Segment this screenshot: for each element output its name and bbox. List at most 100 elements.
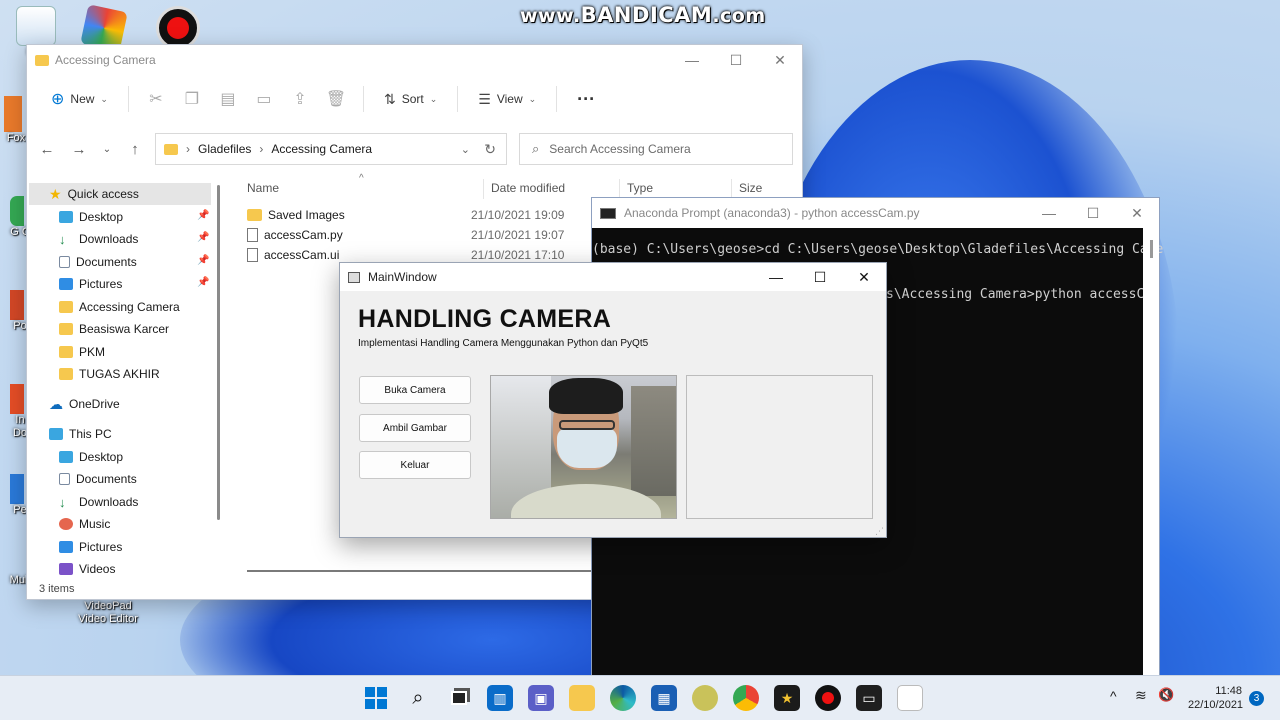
- open-camera-button[interactable]: Buka Camera: [359, 376, 471, 404]
- chevron-down-icon[interactable]: ⌄: [461, 143, 470, 156]
- chevron-up-icon[interactable]: ^: [1110, 688, 1117, 704]
- back-arrow-icon[interactable]: ←: [35, 137, 59, 161]
- file-explorer-icon[interactable]: [569, 685, 595, 711]
- paste-icon[interactable]: ▤: [213, 84, 243, 114]
- share-icon[interactable]: ⇪: [285, 84, 315, 114]
- delete-icon[interactable]: 🗑: [321, 84, 351, 114]
- new-button[interactable]: ⊕ New ⌄: [43, 84, 116, 114]
- capture-image-button[interactable]: Ambil Gambar: [359, 414, 471, 442]
- pin-icon: 📌: [197, 277, 210, 288]
- app-icon: [10, 196, 24, 226]
- bandicam-icon[interactable]: [815, 685, 841, 711]
- file-row[interactable]: Saved Images 21/10/2021 19:09: [247, 205, 564, 225]
- wifi-icon[interactable]: ≋: [1135, 687, 1147, 704]
- file-icon: [247, 228, 258, 242]
- recent-chevron-icon[interactable]: ⌄: [95, 137, 119, 161]
- cut-icon[interactable]: ✂: [141, 84, 171, 114]
- nav-item-pc-desktop[interactable]: Desktop: [59, 446, 123, 468]
- maximize-button[interactable]: ☐: [1071, 198, 1115, 228]
- nav-item-beasiswa-karcer[interactable]: Beasiswa Karcer: [59, 318, 169, 340]
- up-arrow-icon[interactable]: ↑: [123, 137, 147, 161]
- movie-app-icon[interactable]: ★: [774, 685, 800, 711]
- maximize-button[interactable]: ☐: [714, 45, 758, 75]
- task-view-icon[interactable]: [446, 685, 472, 711]
- navigation-pane: ★ Quick access Desktop 📌 ↓ Downloads 📌 D…: [27, 181, 223, 581]
- view-icon: ☰: [478, 90, 491, 107]
- refresh-icon[interactable]: ↻: [484, 141, 496, 158]
- nav-scrollbar[interactable]: [217, 185, 220, 520]
- view-button[interactable]: ☰ View ⌄: [470, 84, 544, 114]
- nav-item-pictures[interactable]: Pictures: [59, 273, 122, 295]
- forward-arrow-icon[interactable]: →: [67, 137, 91, 161]
- clock[interactable]: 11:48 22/10/2021: [1188, 684, 1243, 712]
- file-row[interactable]: accessCam.py 21/10/2021 19:07: [247, 225, 564, 245]
- more-options-button[interactable]: ···: [569, 84, 603, 114]
- copy-icon[interactable]: ❐: [177, 84, 207, 114]
- search-placeholder: Search Accessing Camera: [549, 142, 691, 156]
- breadcrumb-current[interactable]: Accessing Camera: [271, 142, 372, 156]
- nav-item-downloads[interactable]: ↓ Downloads: [59, 228, 138, 250]
- anaconda-icon[interactable]: [692, 685, 718, 711]
- nav-item-pc-pictures[interactable]: Pictures: [59, 536, 122, 558]
- app-icon: [4, 96, 22, 132]
- nav-item-pc-videos[interactable]: Videos: [59, 558, 115, 580]
- nav-item-pc-documents[interactable]: Documents: [59, 468, 137, 490]
- search-input[interactable]: ⌕ Search Accessing Camera: [519, 133, 793, 165]
- bandicam-watermark: www.BANDICAM.com: [520, 3, 766, 27]
- close-button[interactable]: ✕: [758, 45, 802, 75]
- nav-this-pc[interactable]: This PC: [49, 423, 112, 445]
- nav-item-pc-downloads[interactable]: ↓ Downloads: [59, 491, 138, 513]
- resize-grip-icon[interactable]: ⋰: [875, 526, 884, 537]
- edge-icon[interactable]: [610, 685, 636, 711]
- volume-muted-icon[interactable]: 🔇: [1158, 687, 1174, 703]
- chrome-icon[interactable]: [733, 685, 759, 711]
- music-icon: [59, 518, 73, 530]
- column-size[interactable]: Size: [739, 181, 762, 195]
- nav-item-accessing-camera[interactable]: Accessing Camera: [59, 296, 180, 318]
- breadcrumb-parent[interactable]: Gladefiles: [198, 142, 251, 156]
- close-button[interactable]: ✕: [842, 263, 886, 291]
- store-icon[interactable]: ▦: [651, 685, 677, 711]
- terminal-icon[interactable]: ▭: [856, 685, 882, 711]
- column-type[interactable]: Type: [627, 181, 653, 195]
- desktop-icon-colorful[interactable]: [80, 4, 130, 52]
- plus-circle-icon: ⊕: [51, 91, 65, 108]
- widgets-icon[interactable]: ▥: [487, 685, 513, 711]
- breadcrumb-chevron-icon: ›: [259, 142, 264, 156]
- download-icon: ↓: [59, 494, 66, 510]
- folder-icon: [59, 301, 73, 313]
- chat-icon[interactable]: ▣: [528, 685, 554, 711]
- nav-item-tugas-akhir[interactable]: TUGAS AKHIR: [59, 363, 160, 385]
- nav-quick-access[interactable]: ★ Quick access: [49, 183, 139, 205]
- nav-item-pkm[interactable]: PKM: [59, 341, 105, 363]
- address-bar[interactable]: › Gladefiles › Accessing Camera ⌄ ↻: [155, 133, 507, 165]
- eyeglasses: [559, 420, 615, 430]
- minimize-button[interactable]: —: [1027, 198, 1071, 228]
- pictures-icon: [59, 278, 73, 290]
- console-scrollbar[interactable]: [1143, 228, 1159, 678]
- folder-icon: [247, 209, 262, 221]
- notification-badge[interactable]: 3: [1249, 691, 1264, 706]
- exit-button[interactable]: Keluar: [359, 451, 471, 479]
- nav-item-desktop[interactable]: Desktop: [59, 206, 123, 228]
- nav-item-documents[interactable]: Documents: [59, 251, 137, 273]
- background-door: [631, 386, 676, 496]
- nav-onedrive[interactable]: ☁ OneDrive: [49, 393, 120, 415]
- sort-icon: ⇅: [383, 90, 396, 107]
- maximize-button[interactable]: ☐: [798, 263, 842, 291]
- close-button[interactable]: ✕: [1115, 198, 1159, 228]
- desktop-icon-fox[interactable]: Fox: [4, 96, 28, 145]
- terminal-icon: [600, 207, 616, 219]
- column-date-modified[interactable]: Date modified: [491, 181, 565, 195]
- notepad-icon[interactable]: [897, 685, 923, 711]
- minimize-button[interactable]: —: [754, 263, 798, 291]
- file-icon: [247, 248, 258, 262]
- start-button[interactable]: [363, 685, 389, 711]
- column-name[interactable]: Name: [247, 181, 279, 195]
- sort-button[interactable]: ⇅ Sort ⌄: [376, 84, 445, 114]
- search-icon[interactable]: ⌕: [405, 685, 431, 711]
- minimize-button[interactable]: —: [670, 45, 714, 75]
- nav-item-pc-music[interactable]: Music: [59, 513, 110, 535]
- computer-icon: [49, 428, 63, 440]
- rename-icon[interactable]: ▭: [249, 84, 279, 114]
